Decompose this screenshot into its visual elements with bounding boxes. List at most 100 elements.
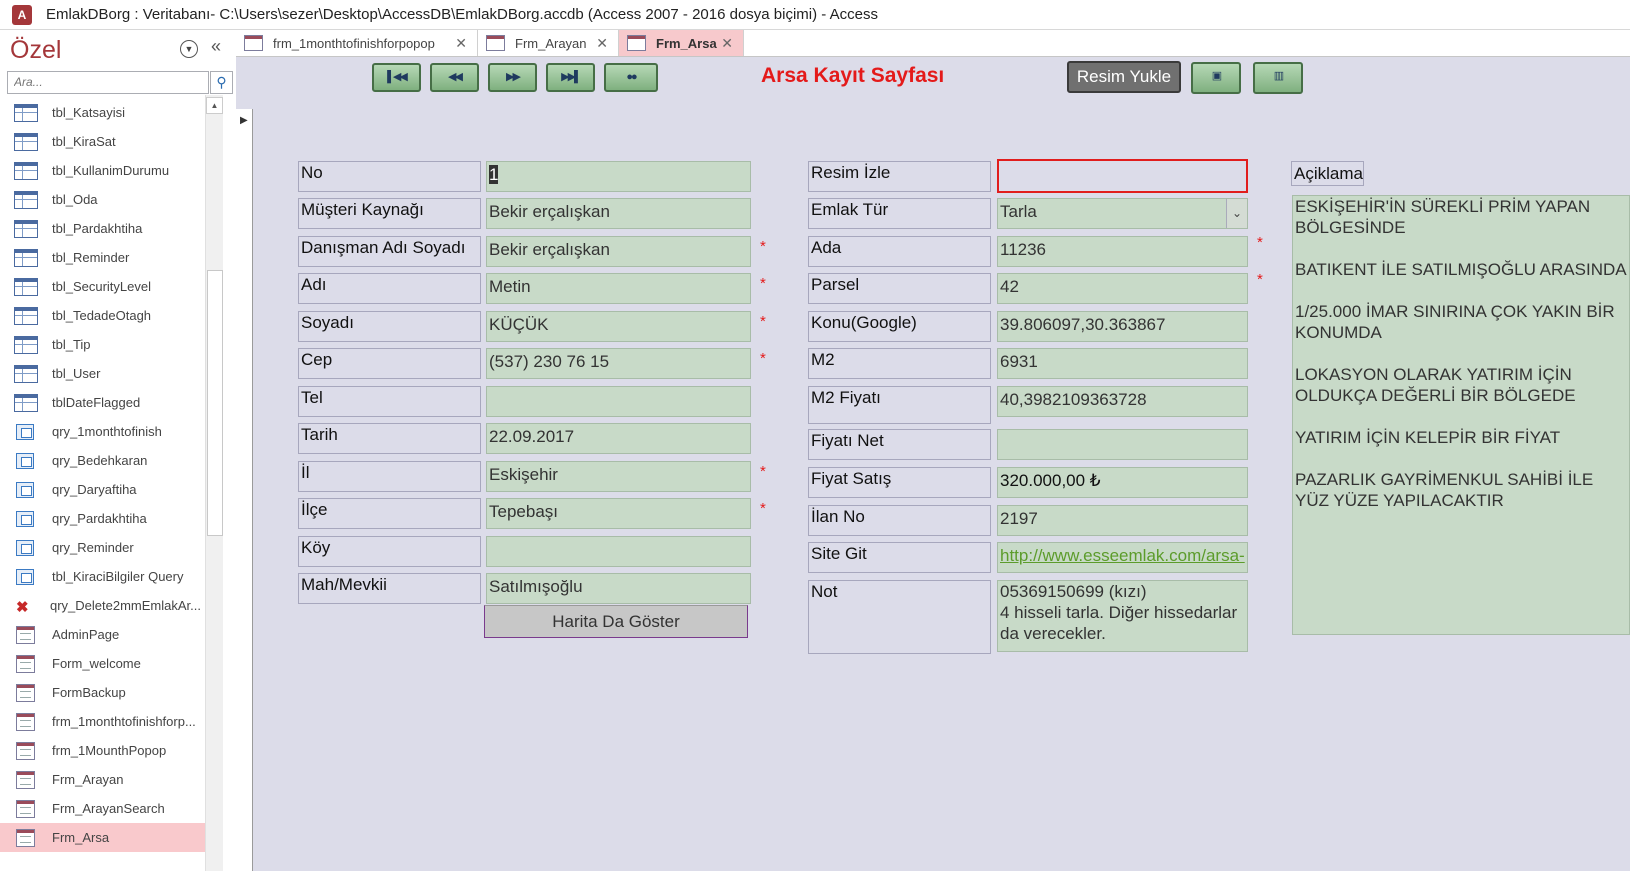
tab-frm-1monthtofinishforpopop[interactable]: frm_1monthtofinishforpopop ✕ (236, 30, 478, 56)
close-icon[interactable]: ✕ (596, 35, 608, 52)
field-value: 05369150699 (kızı) 4 hisseli tarla. Diğe… (1000, 582, 1238, 643)
nav-item-label: qry_Daryaftiha (52, 482, 137, 497)
first-record-button[interactable]: ▌◀◀ (372, 63, 421, 92)
nav-item-tbl-securitylevel[interactable]: tbl_SecurityLevel (0, 272, 212, 301)
field-danisman-adi-soyadi[interactable]: Bekir erçalışkan (486, 236, 751, 267)
form-icon (627, 35, 646, 51)
nav-item-label: Frm_ArayanSearch (52, 801, 165, 816)
field-mah-mevkii[interactable]: Satılmışoğlu (486, 573, 751, 604)
scrollbar-thumb[interactable] (207, 270, 223, 536)
nav-item-form-welcome[interactable]: Form_welcome (0, 649, 212, 678)
nav-object-list: tbl_Katsayisi tbl_KiraSat tbl_KullanimDuru… (0, 98, 212, 871)
field-value: 40,3982109363728 (1000, 390, 1147, 409)
field-soyadi[interactable]: KÜÇÜK (486, 311, 751, 342)
nav-item-qry-daryaftiha[interactable]: qry_Daryaftiha (0, 475, 212, 504)
nav-item-tbl-user[interactable]: tbl_User (0, 359, 212, 388)
nav-item-frm-1mounthpopop[interactable]: frm_1MounthPopop (0, 736, 212, 765)
description-textbox[interactable]: ESKİŞEHİR'İN SÜREKLİ PRİM YAPAN BÖLGESİN… (1292, 195, 1630, 635)
nav-item-qry-bedehkaran[interactable]: qry_Bedehkaran (0, 446, 212, 475)
next-record-button[interactable]: ▶▶ (488, 63, 537, 92)
upload-image-button[interactable]: Resim Yukle (1067, 61, 1181, 93)
nav-menu-chevron-icon[interactable]: ▼ (180, 40, 198, 58)
nav-item-tbl-oda[interactable]: tbl_Oda (0, 185, 212, 214)
nav-item-frm-arayan[interactable]: Frm_Arayan (0, 765, 212, 794)
field-no[interactable]: 1 (486, 161, 751, 192)
nav-item-frm-arsa[interactable]: Frm_Arsa (0, 823, 212, 852)
shutter-bar-collapse-icon[interactable]: « (211, 36, 221, 57)
show-on-map-button[interactable]: Harita Da Göster (484, 605, 748, 638)
nav-item-qry-reminder[interactable]: qry_Reminder (0, 533, 212, 562)
nav-item-tbl-pardakhtiha[interactable]: tbl_Pardakhtiha (0, 214, 212, 243)
close-icon[interactable]: ✕ (721, 35, 733, 52)
field-value: Tepebaşı (489, 502, 558, 521)
field-ilce[interactable]: Tepebaşı (486, 498, 751, 529)
nav-item-adminpage[interactable]: AdminPage (0, 620, 212, 649)
close-icon[interactable]: ✕ (455, 35, 467, 52)
field-not[interactable]: 05369150699 (kızı) 4 hisseli tarla. Diğe… (997, 580, 1248, 652)
previous-record-button[interactable]: ◀◀ (430, 63, 479, 92)
nav-item-qry-delete2mmemlakar[interactable]: ✖ qry_Delete2mmEmlakAr... (0, 591, 212, 620)
nav-item-tbl-kullanimdurumu[interactable]: tbl_KullanimDurumu (0, 156, 212, 185)
tab-label: Frm_Arsa (656, 35, 717, 51)
label-ada: Ada (808, 236, 991, 267)
field-value: http://www.esseemlak.com/arsa- (1000, 546, 1245, 565)
nav-search-input[interactable] (8, 72, 206, 91)
nav-item-label: tbl_TedadeOtagh (52, 308, 152, 323)
last-record-button[interactable]: ▶▶▌ (546, 63, 595, 92)
required-asterisk: * (1257, 271, 1263, 288)
field-il[interactable]: Eskişehir (486, 461, 751, 492)
nav-search-box[interactable] (7, 71, 209, 94)
field-cep[interactable]: (537) 230 76 15 (486, 348, 751, 379)
nav-item-label: qry_1monthtofinish (52, 424, 162, 439)
field-fiyati-net[interactable] (997, 429, 1248, 460)
field-ilan-no[interactable]: 2197 (997, 505, 1248, 536)
tab-label: frm_1monthtofinishforpopop (273, 35, 435, 51)
nav-item-tbl-tip[interactable]: tbl_Tip (0, 330, 212, 359)
field-konu-google[interactable]: 39.806097,30.363867 (997, 311, 1248, 342)
nav-item-label: qry_Reminder (52, 540, 134, 555)
field-adi[interactable]: Metin (486, 273, 751, 304)
nav-item-tbl-reminder[interactable]: tbl_Reminder (0, 243, 212, 272)
nav-item-tbl-kiracibilgiler-query[interactable]: tbl_KiraciBilgiler Query (0, 562, 212, 591)
save-record-button[interactable]: ▣ (1191, 62, 1241, 94)
nav-item-tbldateflagged[interactable]: tblDateFlagged (0, 388, 212, 417)
scroll-up-icon[interactable]: ▲ (206, 97, 223, 114)
nav-item-tbl-tedadeotagh[interactable]: tbl_TedadeOtagh (0, 301, 212, 330)
field-ada[interactable]: 11236 (997, 236, 1248, 267)
dropdown-chevron-icon[interactable]: ⌄ (1226, 199, 1247, 228)
nav-scrollbar[interactable]: ▲ (205, 95, 223, 871)
find-record-binoculars-button[interactable]: ●● (604, 63, 658, 92)
tab-frm-arayan[interactable]: Frm_Arayan ✕ (478, 30, 619, 56)
nav-pane-title[interactable]: Özel (10, 36, 61, 65)
label-konu-google: Konu(Google) (808, 311, 991, 342)
record-selector[interactable]: ▶ (236, 109, 253, 871)
field-site-git[interactable]: http://www.esseemlak.com/arsa- (997, 542, 1248, 573)
field-musteri-kaynagi[interactable]: Bekir erçalışkan (486, 198, 751, 229)
nav-item-tbl-katsayisi[interactable]: tbl_Katsayisi (0, 98, 212, 127)
nav-item-frm-arayansearch[interactable]: Frm_ArayanSearch (0, 794, 212, 823)
field-koy[interactable] (486, 536, 751, 567)
label-parsel: Parsel (808, 273, 991, 304)
table-icon (14, 190, 38, 209)
nav-item-qry-pardakhtiha[interactable]: qry_Pardakhtiha (0, 504, 212, 533)
nav-item-label: tbl_Tip (52, 337, 91, 352)
field-tel[interactable] (486, 386, 751, 417)
nav-item-formbackup[interactable]: FormBackup (0, 678, 212, 707)
field-m2-fiyati[interactable]: 40,3982109363728 (997, 386, 1248, 417)
form-icon (16, 625, 35, 644)
field-parsel[interactable]: 42 (997, 273, 1248, 304)
tab-frm-arsa[interactable]: Frm_Arsa ✕ (619, 30, 744, 56)
nav-item-frm-1monthtofinishforp[interactable]: frm_1monthtofinishforp... (0, 707, 212, 736)
field-tarih[interactable]: 22.09.2017 (486, 423, 751, 454)
search-icon[interactable]: ⚲ (210, 71, 233, 94)
field-value: 6931 (1000, 352, 1038, 371)
delete-record-button[interactable]: ▥ (1253, 62, 1303, 94)
field-emlak-tur[interactable]: Tarla ⌄ (997, 198, 1248, 229)
field-value: Bekir erçalışkan (489, 202, 610, 221)
nav-item-qry-1monthtofinish[interactable]: qry_1monthtofinish (0, 417, 212, 446)
form-icon (244, 35, 263, 51)
field-resim-izle[interactable] (997, 159, 1248, 193)
nav-item-tbl-kirasat[interactable]: tbl_KiraSat (0, 127, 212, 156)
field-fiyat-satis[interactable]: 320.000,00 ₺ (997, 467, 1248, 498)
field-m2[interactable]: 6931 (997, 348, 1248, 379)
